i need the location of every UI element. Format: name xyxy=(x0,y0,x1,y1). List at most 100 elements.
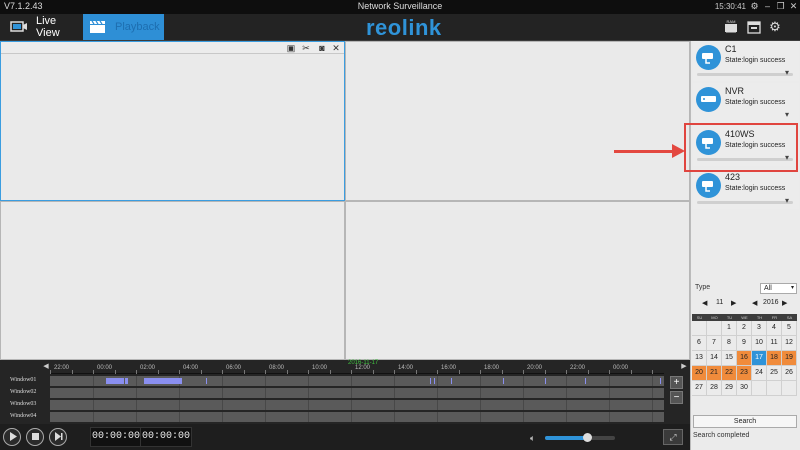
device-stream-icon[interactable]: ▾ xyxy=(785,197,794,205)
calendar-day[interactable]: 19 xyxy=(782,351,797,366)
month-next-icon[interactable]: ▶ xyxy=(731,299,736,307)
calendar-day[interactable]: 22 xyxy=(722,366,737,381)
clip-icon[interactable]: ✂ xyxy=(301,43,311,53)
calendar-day[interactable]: 2 xyxy=(737,321,752,336)
calendar: SU MO TU WE TH FR SA 1 2 3 4 5 6 7 8 9 10 11 12 13 14 15 16 17… xyxy=(692,314,797,396)
tab-live-view[interactable]: Live View xyxy=(4,14,82,40)
calendar-day[interactable]: 26 xyxy=(782,366,797,381)
close-icon[interactable]: ✕ xyxy=(331,43,341,53)
channel-track[interactable] xyxy=(50,412,664,422)
year-prev-icon[interactable]: ◀ xyxy=(752,299,757,307)
calendar-day[interactable]: 13 xyxy=(692,351,707,366)
stop-button[interactable] xyxy=(26,428,44,446)
video-window-2[interactable] xyxy=(345,41,690,201)
calendar-day[interactable]: 8 xyxy=(722,336,737,351)
timeline-prev-icon[interactable]: ◀ xyxy=(42,361,50,373)
recording-segment[interactable] xyxy=(430,378,431,384)
calendar-day[interactable]: 28 xyxy=(707,381,722,396)
calendar-day[interactable]: 11 xyxy=(767,336,782,351)
device-stream-icon[interactable]: ▾ xyxy=(785,69,794,77)
recording-segment[interactable] xyxy=(144,378,182,384)
calendar-day[interactable]: 25 xyxy=(767,366,782,381)
track-gridline xyxy=(394,412,395,422)
recording-segment[interactable] xyxy=(106,378,124,384)
recording-segment[interactable] xyxy=(660,378,661,384)
year-next-icon[interactable]: ▶ xyxy=(782,299,787,307)
video-window-3[interactable] xyxy=(0,201,345,360)
calendar-day[interactable]: 5 xyxy=(782,321,797,336)
maximize-icon[interactable]: ❐ xyxy=(775,1,786,12)
recording-segment[interactable] xyxy=(451,378,452,384)
video-window-1[interactable]: ▣ ✂ ◙ ✕ xyxy=(0,41,345,201)
calendar-weekday: TH xyxy=(756,315,763,320)
channel-track[interactable] xyxy=(50,388,664,398)
calendar-empty-cell xyxy=(767,381,782,396)
device-item[interactable]: C1 State:login success ▾ xyxy=(693,41,799,81)
settings-small-icon[interactable]: ⚙ xyxy=(749,1,760,12)
minimize-icon[interactable]: – xyxy=(762,1,773,12)
volume-slider[interactable] xyxy=(545,433,615,442)
volume-knob[interactable] xyxy=(583,433,592,442)
calendar-day[interactable]: 17 xyxy=(752,351,767,366)
calendar-day[interactable]: 1 xyxy=(722,321,737,336)
calendar-day[interactable]: 9 xyxy=(737,336,752,351)
recording-segment[interactable] xyxy=(585,378,586,384)
recording-segment[interactable] xyxy=(206,378,207,384)
zoom-in-button[interactable]: + xyxy=(670,376,683,389)
track-gridline xyxy=(351,400,352,410)
device-slider[interactable] xyxy=(697,73,793,76)
calendar-day[interactable]: 23 xyxy=(737,366,752,381)
recording-segment[interactable] xyxy=(125,378,128,384)
calendar-day[interactable]: 16 xyxy=(737,351,752,366)
calendar-day[interactable]: 29 xyxy=(722,381,737,396)
device-item[interactable]: 423 State:login success ▾ xyxy=(693,169,799,209)
device-slider[interactable] xyxy=(697,201,793,204)
device-stream-icon[interactable]: ▾ xyxy=(785,111,794,119)
tab-playback[interactable]: Playback xyxy=(83,14,164,40)
calendar-day[interactable]: 4 xyxy=(767,321,782,336)
calendar-days: 1 2 3 4 5 6 7 8 9 10 11 12 13 14 15 16 17 18 19 20 21 22 23 24 2… xyxy=(692,321,797,396)
recording-segment[interactable] xyxy=(503,378,504,384)
device-item[interactable]: NVR State:login success ▾ xyxy=(693,83,799,123)
fullscreen-icon[interactable]: ⤢ xyxy=(663,429,683,445)
calendar-day[interactable]: 14 xyxy=(707,351,722,366)
calendar-day[interactable]: 24 xyxy=(752,366,767,381)
calendar-day[interactable]: 20 xyxy=(692,366,707,381)
timeline-ruler[interactable]: 2016-11-17 22:00 00:00 02:00 04:00 06:00 08:0… xyxy=(50,360,664,374)
gear-icon[interactable]: ⚙ xyxy=(768,20,782,34)
close-window-icon[interactable]: ✕ xyxy=(788,1,799,12)
recording-segment[interactable] xyxy=(434,378,435,384)
type-select[interactable]: All ▾ xyxy=(760,283,797,294)
calendar-day[interactable]: 30 xyxy=(737,381,752,396)
timeline-tick xyxy=(93,370,94,374)
timeline-tick xyxy=(351,370,352,374)
ram-icon[interactable]: RAM xyxy=(724,19,738,34)
track-gridline xyxy=(136,376,137,386)
calendar-day[interactable]: 12 xyxy=(782,336,797,351)
channel-track[interactable] xyxy=(50,376,664,386)
calendar-weekday: TU xyxy=(726,315,733,320)
timeline-next-icon[interactable]: ▶ xyxy=(680,361,688,373)
next-frame-button[interactable] xyxy=(49,428,67,446)
track-gridline xyxy=(609,412,610,422)
speaker-icon[interactable]: 🔈︎ xyxy=(530,433,535,444)
search-button[interactable]: Search xyxy=(693,415,797,428)
zoom-out-button[interactable]: − xyxy=(670,391,683,404)
channel-track[interactable] xyxy=(50,400,664,410)
calendar-icon[interactable] xyxy=(747,20,761,34)
calendar-day[interactable]: 10 xyxy=(752,336,767,351)
calendar-day[interactable]: 7 xyxy=(707,336,722,351)
snapshot-camera-icon[interactable]: ◙ xyxy=(317,43,327,53)
track-gridline xyxy=(179,388,180,398)
save-icon[interactable]: ▣ xyxy=(286,43,296,53)
play-button[interactable] xyxy=(3,428,21,446)
calendar-day[interactable]: 6 xyxy=(692,336,707,351)
video-window-4[interactable] xyxy=(345,201,690,360)
month-prev-icon[interactable]: ◀ xyxy=(702,299,707,307)
calendar-day[interactable]: 27 xyxy=(692,381,707,396)
calendar-day[interactable]: 15 xyxy=(722,351,737,366)
calendar-day[interactable]: 21 xyxy=(707,366,722,381)
calendar-day[interactable]: 18 xyxy=(767,351,782,366)
recording-segment[interactable] xyxy=(545,378,546,384)
calendar-day[interactable]: 3 xyxy=(752,321,767,336)
